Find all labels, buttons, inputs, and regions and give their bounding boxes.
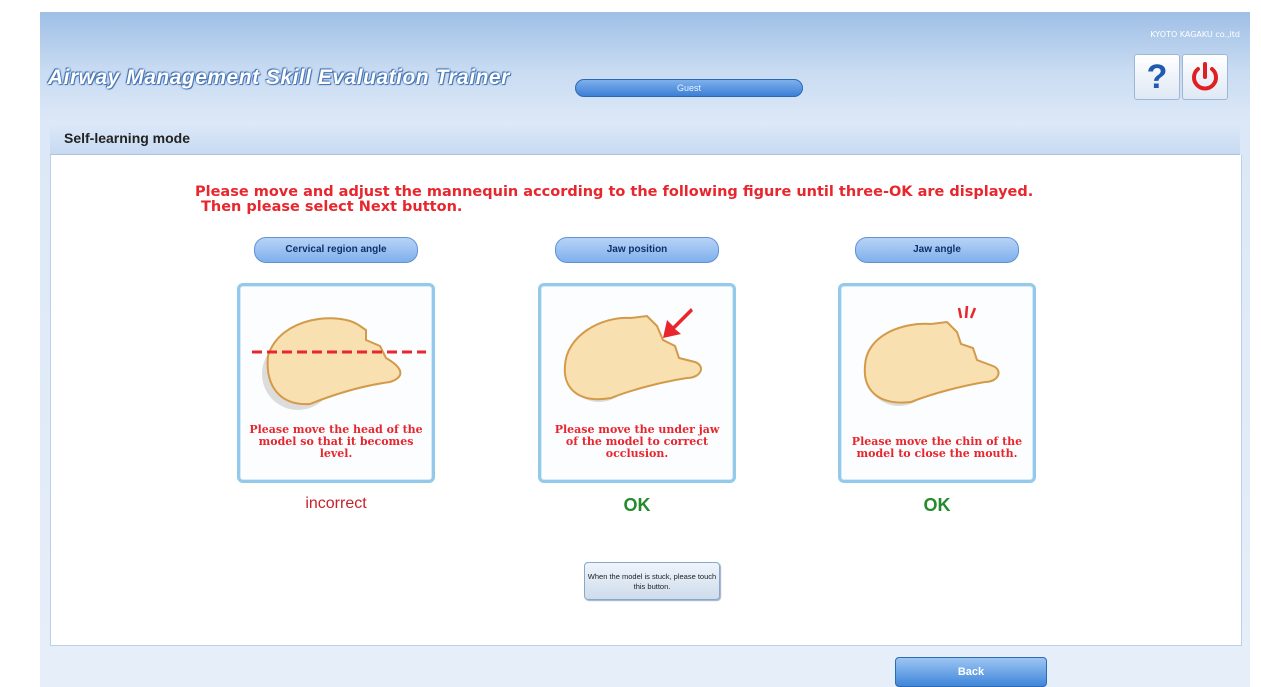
status-ok: OK [623, 495, 651, 515]
mode-title: Self-learning mode [64, 130, 191, 146]
main-panel: Please move and adjust the mannequin acc… [50, 155, 1242, 646]
mode-bar: Self-learning mode [50, 122, 1240, 155]
brand-label: KYOTO KAGAKU co.,ltd [1150, 30, 1240, 39]
check-label: Jaw position [555, 237, 719, 263]
app-window: KYOTO KAGAKU co.,ltd Airway Management S… [40, 12, 1250, 687]
power-button[interactable] [1182, 54, 1228, 100]
model-stuck-button[interactable]: When the model is stuck, please touch th… [584, 562, 720, 600]
check-jaw-position: Jaw position Please move the under jaw o… [532, 237, 742, 516]
help-button[interactable]: ? [1134, 54, 1180, 100]
question-mark-icon: ? [1146, 58, 1168, 96]
app-title: Airway Management Skill Evaluation Train… [48, 66, 510, 89]
check-label: Jaw angle [855, 237, 1019, 263]
instruction-card: Please move the chin of the model to clo… [838, 283, 1036, 483]
check-label: Cervical region angle [254, 237, 418, 263]
instruction-card: Please move the under jaw of the model t… [538, 283, 736, 483]
back-button[interactable]: Back [895, 657, 1047, 687]
card-text: Please move the head of the model so tha… [249, 423, 423, 460]
instruction-line-2: Then please select Next button. [201, 199, 463, 215]
status-incorrect: incorrect [305, 495, 367, 512]
card-text: Please move the chin of the model to clo… [851, 435, 1023, 460]
instruction-line-1: Please move and adjust the mannequin acc… [195, 184, 1034, 200]
user-badge: Guest [575, 79, 803, 97]
check-jaw-angle: Jaw angle Please move the chin of the mo… [832, 237, 1042, 516]
power-icon [1192, 62, 1218, 91]
instruction-text: Please move and adjust the mannequin acc… [195, 185, 1195, 215]
check-cervical-angle: Cervical region angle Please move the he… [231, 237, 441, 513]
status-ok: OK [923, 495, 951, 515]
instruction-card: Please move the head of the model so tha… [237, 283, 435, 483]
card-text: Please move the under jaw of the model t… [554, 423, 720, 460]
